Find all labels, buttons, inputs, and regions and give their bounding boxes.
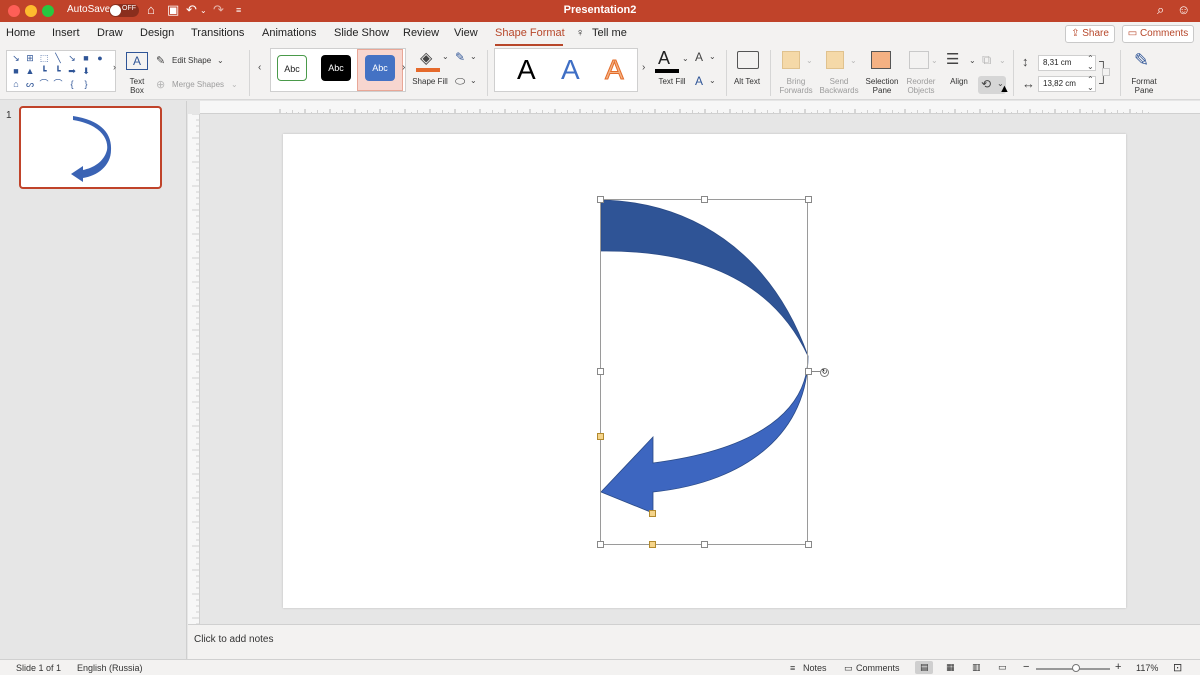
slide-sorter-icon[interactable]: ▦	[946, 662, 955, 673]
zoom-level[interactable]: 117%	[1136, 663, 1158, 673]
resize-handle-top[interactable]	[701, 196, 708, 203]
slide-show-icon[interactable]: ▭	[998, 662, 1007, 673]
zoom-slider-knob[interactable]	[1072, 664, 1080, 672]
comments-toggle-icon: ▭	[844, 663, 853, 673]
notes-toggle-button[interactable]: Notes	[803, 663, 827, 673]
resize-handle-bottom-left[interactable]	[597, 541, 604, 548]
resize-handle-bottom[interactable]	[701, 541, 708, 548]
language-indicator[interactable]: English (Russia)	[77, 663, 143, 673]
comments-toggle-button[interactable]: Comments	[856, 663, 900, 673]
notes-pane[interactable]: Click to add notes	[188, 624, 1200, 659]
status-bar: Slide 1 of 1 English (Russia) ≡ Notes ▭ …	[0, 659, 1200, 675]
adjust-handle-left[interactable]	[597, 433, 604, 440]
resize-handle-top-right[interactable]	[805, 196, 812, 203]
fit-to-window-icon[interactable]: ⊡	[1173, 661, 1182, 674]
shape-selection-frame	[600, 199, 808, 545]
zoom-in-button[interactable]: +	[1115, 661, 1121, 673]
adjust-handle-arrowhead[interactable]	[649, 510, 656, 517]
resize-handle-top-left[interactable]	[597, 196, 604, 203]
normal-view-icon: ▤	[920, 662, 929, 672]
slide-count: Slide 1 of 1	[16, 663, 62, 673]
resize-handle-left[interactable]	[597, 368, 604, 375]
rotation-handle-icon[interactable]: ↻	[820, 368, 829, 377]
powerpoint-window: AutoSave OFF ⌂ ▣ ↶ ⌄ ↷ ≡ Presentation2 ⌕…	[0, 0, 1200, 675]
adjust-handle-bottom[interactable]	[649, 541, 656, 548]
resize-handle-right[interactable]	[805, 368, 812, 375]
notes-placeholder: Click to add notes	[194, 634, 274, 645]
notes-toggle-icon: ≡	[790, 663, 796, 673]
rotation-handle-line	[812, 371, 820, 372]
resize-handle-bottom-right[interactable]	[805, 541, 812, 548]
reading-view-icon[interactable]: ▥	[972, 662, 981, 673]
zoom-out-button[interactable]: −	[1023, 661, 1029, 673]
